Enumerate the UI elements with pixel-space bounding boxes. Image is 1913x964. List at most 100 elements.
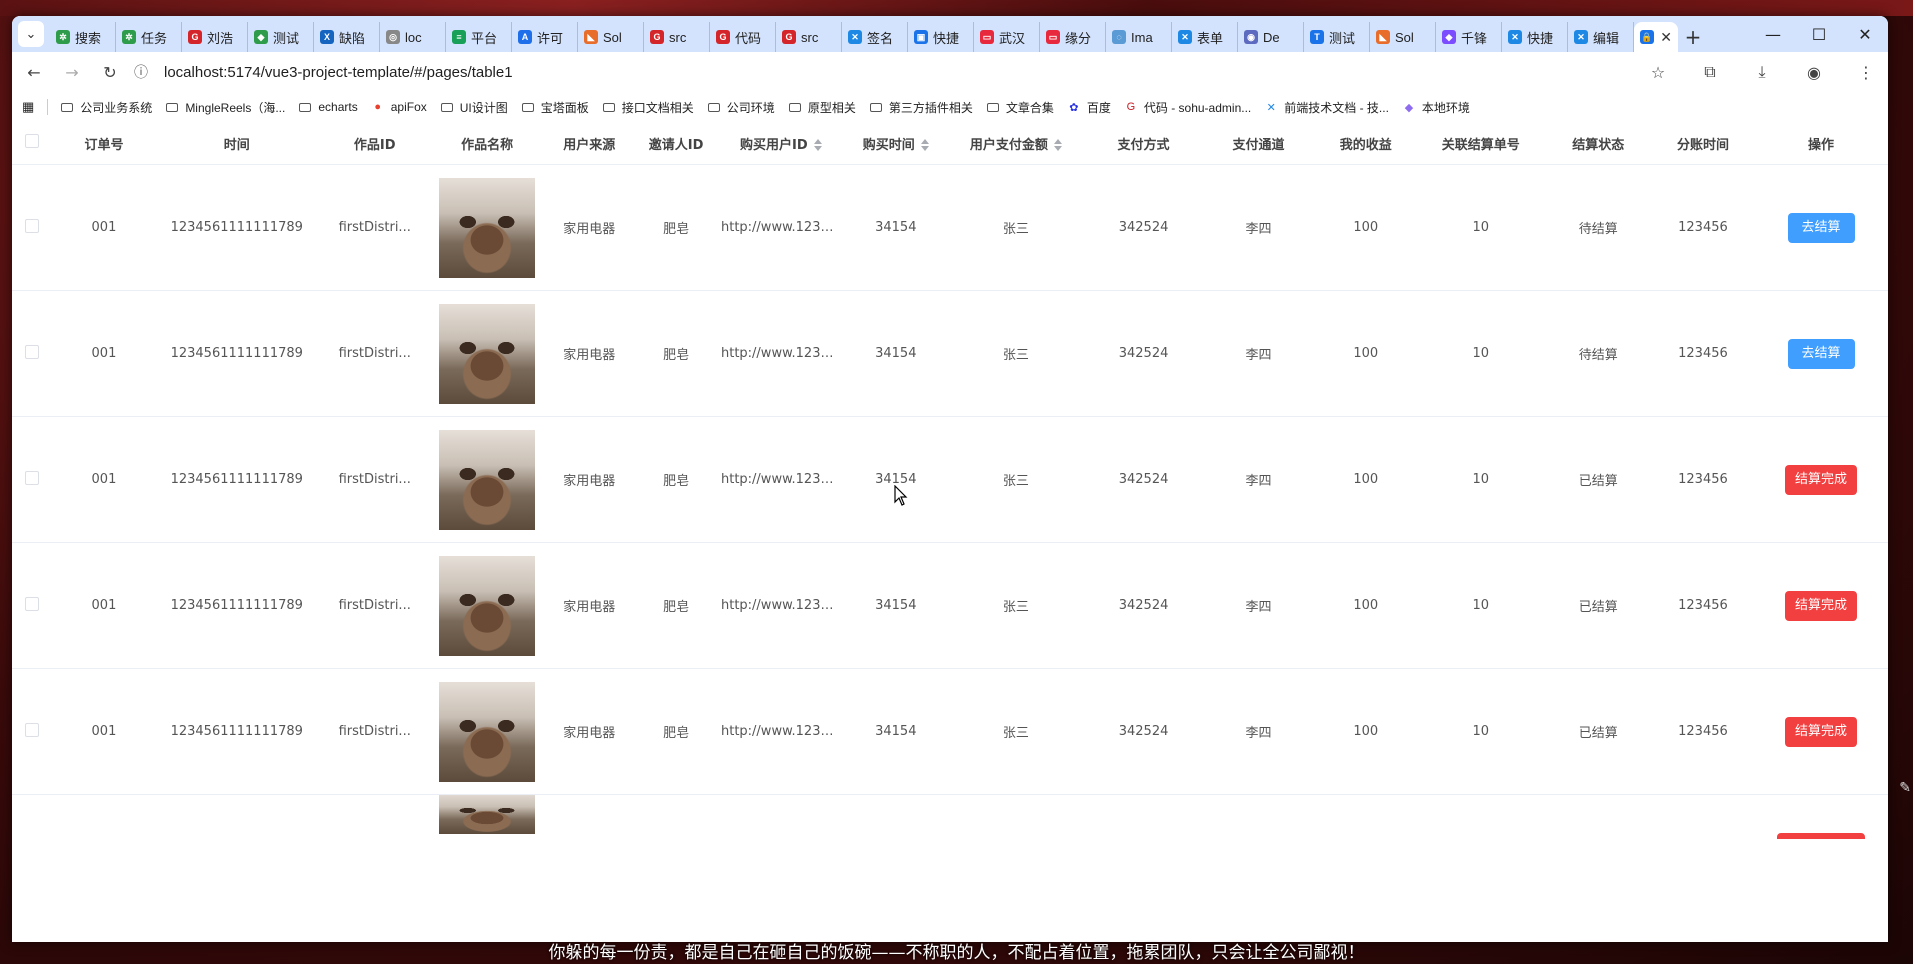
cell-channel: 李四 — [1202, 416, 1315, 543]
address-bar[interactable]: ⓘ localhost:5174/vue3-project-template/#… — [134, 56, 1334, 88]
menu-icon[interactable]: ⋮ — [1848, 56, 1884, 88]
browser-tab[interactable]: ◎ loc — [380, 22, 446, 52]
sort-caret-icon[interactable] — [813, 139, 822, 151]
bookmark-item[interactable]: 公司环境 — [707, 99, 775, 116]
checkbox[interactable] — [25, 722, 40, 737]
browser-tab[interactable]: ✕ 快捷 — [1502, 22, 1568, 52]
browser-tab[interactable]: X 缺陷 — [314, 22, 380, 52]
partial-cell — [845, 795, 947, 856]
table-row: 001 1234561111111789 firstDistri... 家用电器 肥皂 h… — [12, 164, 1888, 291]
browser-tab[interactable]: ✕ 编辑 — [1568, 22, 1634, 52]
row-checkbox[interactable] — [12, 542, 53, 669]
bookmark-item[interactable]: ◆ 本地环境 — [1402, 99, 1470, 116]
settled-button[interactable]: 结算完成 — [1785, 716, 1858, 747]
partial-cell — [1417, 795, 1545, 856]
vite-icon: ◆ — [1404, 101, 1414, 114]
bookmark-item[interactable]: 公司业务系统 — [60, 99, 152, 116]
work-thumbnail-image — [439, 177, 536, 278]
bookmark-item[interactable]: 第三方插件相关 — [869, 99, 973, 116]
partial-cell — [1652, 795, 1754, 856]
sort-caret-icon[interactable] — [920, 139, 929, 151]
bookmark-item[interactable]: ✕ 前端技术文档 - 技... — [1264, 99, 1389, 116]
bookmark-item[interactable]: ✿ 百度 — [1067, 99, 1111, 116]
browser-tab[interactable]: ≡ 平台 — [446, 22, 512, 52]
bookmark-item[interactable]: echarts — [298, 99, 358, 116]
bookmark-label: 代码 - sohu-admin... — [1143, 100, 1252, 115]
forward-button[interactable]: → — [56, 56, 88, 88]
site-info-icon[interactable]: ⓘ — [134, 62, 156, 82]
bookmark-item[interactable]: ● apiFox — [371, 99, 426, 116]
browser-tab[interactable]: Gsrc — [776, 22, 842, 52]
cell-income: 100 — [1314, 290, 1417, 417]
tab-search-dropdown[interactable]: ⌄ — [18, 21, 44, 47]
bookmark-item[interactable]: 文章合集 — [986, 99, 1054, 116]
url-text: localhost:5174/vue3-project-template/#/p… — [164, 63, 513, 81]
checkbox[interactable] — [25, 218, 40, 233]
window-controls: — ☐ ✕ — [1750, 16, 1888, 52]
minimize-button[interactable]: — — [1750, 16, 1796, 52]
close-tab-icon[interactable]: ✕ — [1660, 29, 1672, 46]
table-header: 订单号 时间 作品ID 作品名称 用户来源 邀请人ID 购买用户ID 购买时间 用户支付金额 支付… — [12, 122, 1888, 165]
bookmark-item[interactable]: G 代码 - sohu-admin... — [1124, 99, 1252, 116]
video-subtitle: 你躲的每一份责，都是自己在砸自己的饭碗——不称职的人，不配占着位置，拖累团队，只… — [548, 943, 1365, 963]
column-header[interactable]: 用户支付金额 — [946, 122, 1085, 165]
tab-favicon-icon: G — [716, 30, 730, 44]
settled-button-partial[interactable] — [1777, 833, 1866, 839]
row-checkbox[interactable] — [12, 668, 53, 795]
settled-button[interactable]: 结算完成 — [1785, 590, 1858, 621]
maximize-button[interactable]: ☐ — [1796, 16, 1842, 52]
bookmark-item[interactable]: 接口文档相关 — [602, 99, 694, 116]
column-header[interactable]: 购买用户ID — [716, 122, 845, 165]
browser-tab[interactable]: ◌ Ima — [1106, 22, 1172, 52]
browser-tab[interactable]: Gsrc — [644, 22, 710, 52]
back-button[interactable]: ← — [18, 56, 50, 88]
select-all-checkbox[interactable] — [12, 122, 53, 165]
work-thumbnail-image — [439, 303, 536, 404]
bookmark-item[interactable]: 原型相关 — [788, 99, 856, 116]
browser-tab[interactable]: T 测试 — [1304, 22, 1370, 52]
settled-button[interactable]: 结算完成 — [1785, 464, 1858, 495]
browser-tab[interactable]: ▭ 缘分 — [1040, 22, 1106, 52]
column-header[interactable]: 购买时间 — [844, 122, 947, 165]
row-checkbox[interactable] — [12, 290, 53, 417]
cell-source: 家用电器 — [543, 542, 636, 669]
browser-tab[interactable]: ◣ Sol — [578, 22, 644, 52]
row-checkbox[interactable] — [12, 416, 53, 543]
settle-button[interactable]: 去结算 — [1787, 338, 1855, 369]
close-window-button[interactable]: ✕ — [1842, 16, 1888, 52]
profile-icon[interactable]: ◉ — [1796, 56, 1832, 88]
download-icon[interactable]: ⤓ — [1744, 56, 1780, 88]
browser-tab[interactable]: ✕ 表单 — [1172, 22, 1238, 52]
browser-tab[interactable]: ✕ 签名 — [842, 22, 908, 52]
browser-tab[interactable]: ✲ 任务 — [116, 22, 182, 52]
tab-favicon-icon: ▭ — [1046, 30, 1060, 44]
checkbox[interactable] — [25, 470, 40, 485]
checkbox[interactable] — [25, 596, 40, 611]
bookmark-star-icon[interactable]: ☆ — [1640, 56, 1676, 88]
new-tab-button[interactable]: + — [1678, 22, 1708, 52]
browser-tab[interactable]: ▭ 武汉 — [974, 22, 1040, 52]
row-checkbox[interactable] — [12, 164, 53, 291]
browser-tab[interactable]: G 代码 — [710, 22, 776, 52]
settle-button[interactable]: 去结算 — [1787, 212, 1855, 243]
bookmark-item[interactable]: UI设计图 — [440, 99, 508, 116]
browser-tab[interactable]: ▣ 快捷 — [908, 22, 974, 52]
sort-caret-icon[interactable] — [1053, 139, 1062, 151]
tab-favicon-icon: ◉ — [1244, 30, 1258, 44]
browser-tab[interactable]: ◆ 千锋 — [1436, 22, 1502, 52]
bookmark-item[interactable]: MingleReels（海... — [165, 99, 285, 116]
extensions-icon[interactable]: ⧉ — [1692, 56, 1728, 88]
bookmark-item[interactable]: 宝塔面板 — [521, 99, 589, 116]
checkbox[interactable] — [25, 344, 40, 359]
browser-tab[interactable]: ◉ De — [1238, 22, 1304, 52]
browser-tab[interactable]: A 许可 — [512, 22, 578, 52]
apps-icon[interactable]: ▦ — [22, 99, 34, 115]
browser-tab[interactable]: ◣ Sol — [1370, 22, 1436, 52]
browser-tab[interactable]: ◆ 测试 — [248, 22, 314, 52]
tab-active[interactable]: 🔒 ✕ — [1634, 22, 1678, 52]
folder-icon — [602, 101, 616, 113]
work-thumbnail-cell — [430, 416, 544, 543]
reload-button[interactable]: ↻ — [94, 56, 126, 88]
browser-tab[interactable]: G 刘浩 — [182, 22, 248, 52]
browser-tab[interactable]: ✲ 搜索 — [50, 22, 116, 52]
